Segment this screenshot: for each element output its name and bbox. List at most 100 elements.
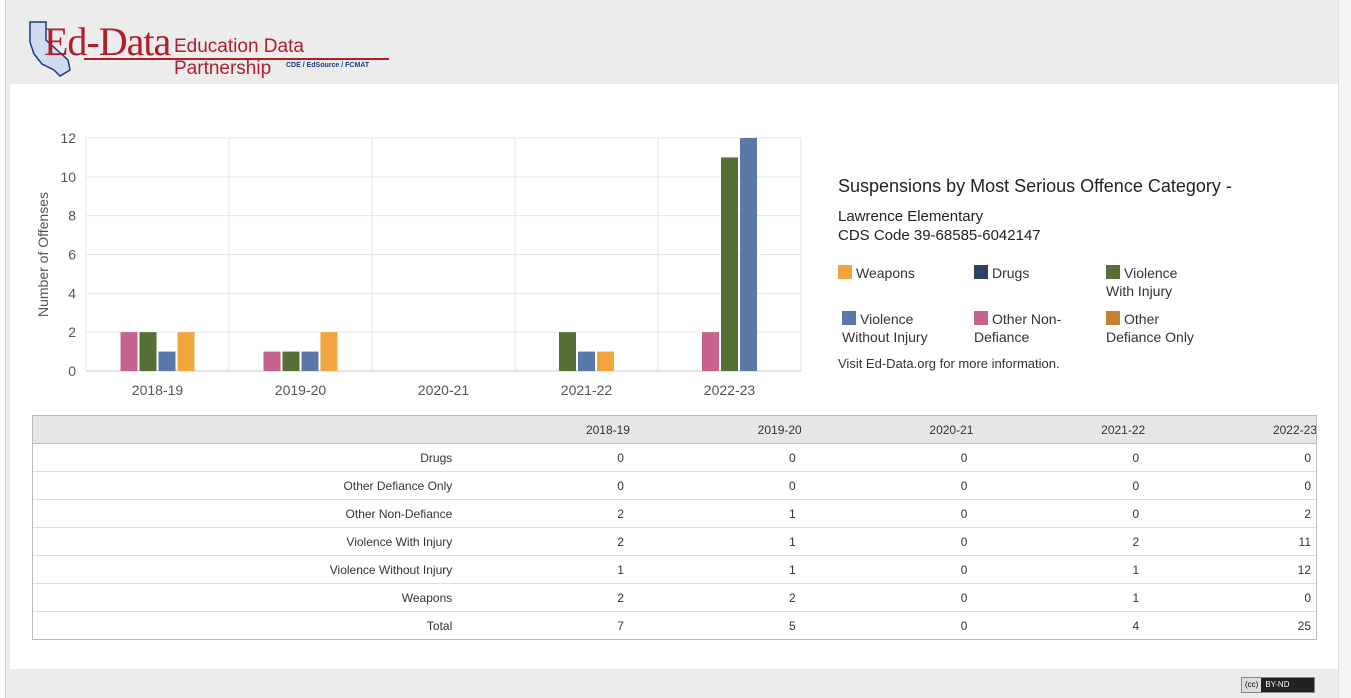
- y-tick-label: 8: [68, 208, 76, 224]
- x-tick-label: 2021-22: [561, 382, 613, 398]
- table-cell: 4: [973, 611, 1146, 640]
- table-cell: 2: [458, 583, 630, 612]
- legend-swatch: [1106, 311, 1120, 325]
- bar-violence-without-injury: [740, 138, 757, 371]
- legend-label: Drugs: [992, 265, 1030, 281]
- row-label: Other Non-Defiance: [32, 499, 459, 528]
- legend-item-violence-without-injury[interactable]: Violence Without Injury: [842, 310, 952, 346]
- table-cell: 12: [1145, 555, 1317, 584]
- table-header-cell: 2022-23: [1145, 415, 1317, 444]
- bar-violence-with-injury: [139, 332, 157, 371]
- table-cell: 0: [973, 471, 1146, 500]
- legend-item-drugs[interactable]: Drugs: [974, 264, 1094, 282]
- bar-violence-without-injury: [578, 351, 595, 371]
- table-cell: 1: [458, 555, 630, 584]
- table-cell: 0: [1145, 443, 1317, 472]
- cc-icon: (cc): [1242, 678, 1262, 692]
- x-tick-label: 2022-23: [704, 382, 756, 398]
- bar-violence-with-injury: [282, 351, 300, 371]
- table-cell: 2: [1145, 499, 1317, 528]
- table-cell: 0: [1145, 471, 1317, 500]
- cds-code: CDS Code 39-68585-6042147: [838, 227, 1041, 244]
- table-cell: 1: [629, 555, 802, 584]
- table-cell: 2: [458, 499, 630, 528]
- y-axis-label: Number of Offenses: [35, 192, 51, 317]
- table-total-row: Total 7 5 0 4 25: [32, 611, 1317, 640]
- legend-swatch: [838, 265, 852, 279]
- table-cell: 0: [801, 611, 974, 640]
- x-tick-label: 2019-20: [275, 382, 327, 398]
- table-header-cell: 2019-20: [629, 415, 802, 444]
- table-cell: 1: [973, 583, 1146, 612]
- y-tick-label: 10: [60, 169, 76, 185]
- table-cell: 25: [1145, 611, 1317, 640]
- table-cell: 2: [973, 527, 1146, 556]
- bar-weapons: [597, 351, 614, 371]
- more-info-link[interactable]: Visit Ed-Data.org for more information.: [838, 356, 1060, 371]
- table-cell: 0: [629, 471, 802, 500]
- x-tick-label: 2018-19: [132, 382, 184, 398]
- chart-title: Suspensions by Most Serious Offence Cate…: [838, 176, 1232, 196]
- table-row: Other Defiance Only 0 0 0 0 0: [32, 471, 1317, 500]
- legend-swatch: [974, 265, 988, 279]
- table-cell: 0: [801, 583, 974, 612]
- ed-data-logo[interactable]: Ed-Data Education Data Partnership CDE /…: [24, 18, 394, 79]
- legend-item-violence-with-injury[interactable]: Violence With Injury: [1106, 264, 1196, 300]
- y-tick-label: 4: [68, 285, 76, 301]
- license-label: BY-ND: [1265, 680, 1290, 689]
- legend-label: Weapons: [856, 265, 915, 281]
- bar-violence-without-injury: [301, 351, 319, 371]
- y-tick-label: 2: [68, 324, 76, 340]
- table-row: Weapons 2 2 0 1 0: [32, 583, 1317, 612]
- legend-swatch: [842, 311, 856, 325]
- bar-violence-without-injury: [158, 351, 176, 371]
- table-header-cell: 2021-22: [973, 415, 1146, 444]
- table-cell: 0: [458, 471, 630, 500]
- table-cell: 0: [801, 499, 974, 528]
- table-cell: 0: [801, 555, 974, 584]
- table-cell: 0: [801, 471, 974, 500]
- logo-tagline: Education Data Partnership: [174, 36, 304, 79]
- bar-weapons: [177, 332, 195, 371]
- y-tick-label: 0: [68, 363, 76, 379]
- row-label: Weapons: [32, 583, 459, 612]
- table-row: Other Non-Defiance 2 1 0 0 2: [32, 499, 1317, 528]
- bar-other-non-defiance: [263, 351, 281, 371]
- bar-chart: 0 2 4 6 8 10 12 Number of Offenses 2018-19 2019-2…: [35, 132, 802, 398]
- row-label: Violence With Injury: [32, 527, 459, 556]
- table-cell: 7: [458, 611, 630, 640]
- legend-swatch: [1106, 265, 1120, 279]
- table-cell: 0: [973, 499, 1146, 528]
- table-cell: 1: [629, 499, 802, 528]
- window-frame-edge: [0, 0, 6, 698]
- table-header-blank: [32, 415, 459, 444]
- table-cell: 1: [629, 527, 802, 556]
- chart-title-block: Suspensions by Most Serious Offence Cate…: [838, 176, 1318, 245]
- table-header-cell: 2018-19: [458, 415, 630, 444]
- bar-other-non-defiance: [702, 332, 719, 371]
- cc-license-badge[interactable]: (cc) BY-ND: [1241, 677, 1315, 693]
- table-cell: 2: [629, 583, 802, 612]
- legend-item-other-defiance-only[interactable]: Other Defiance Only: [1106, 310, 1216, 346]
- legend-item-other-non-defiance[interactable]: Other Non-Defiance: [974, 310, 1084, 346]
- y-tick-label: 12: [60, 132, 76, 146]
- table-cell: 0: [458, 443, 630, 472]
- bar-weapons: [320, 332, 338, 371]
- school-name: Lawrence Elementary: [838, 208, 984, 225]
- x-tick-label: 2020-21: [418, 382, 470, 398]
- table-cell: 11: [1145, 527, 1317, 556]
- table-cell: 0: [629, 443, 802, 472]
- table-row: Drugs 0 0 0 0 0: [32, 443, 1317, 472]
- logo-partners: CDE / EdSource / FCMAT: [286, 62, 370, 69]
- vertical-scrollbar[interactable]: [1338, 0, 1351, 698]
- bar-violence-with-injury: [721, 157, 738, 371]
- table-cell: 2: [458, 527, 630, 556]
- site-header: Ed-Data Education Data Partnership CDE /…: [10, 6, 1338, 84]
- table-cell: 0: [801, 527, 974, 556]
- legend-item-weapons[interactable]: Weapons: [838, 264, 958, 282]
- table-cell: 0: [1145, 583, 1317, 612]
- bar-violence-with-injury: [559, 332, 576, 371]
- data-table: 2018-19 2019-20 2020-21 2021-22 2022-23 …: [32, 415, 1317, 640]
- row-label: Total: [32, 611, 459, 640]
- table-cell: 5: [629, 611, 802, 640]
